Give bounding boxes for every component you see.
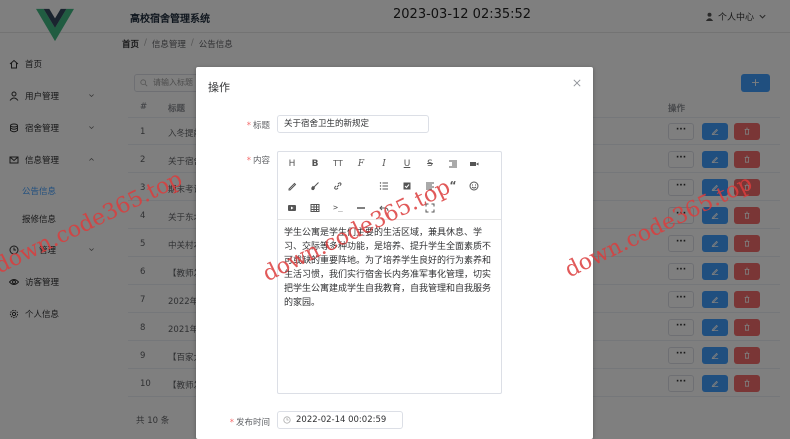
link-icon[interactable] — [331, 179, 345, 193]
font-size-icon[interactable]: TT — [331, 157, 345, 171]
rich-text-editor[interactable]: H B TT F I U S “ >_ 学生公寓是学生们主要的生活区域，兼具休息… — [277, 151, 502, 394]
heading-icon[interactable]: H — [285, 157, 299, 171]
video-icon[interactable] — [467, 157, 481, 171]
code-icon[interactable]: >_ — [331, 201, 345, 215]
brush-icon[interactable] — [308, 179, 322, 193]
play-video-icon[interactable] — [285, 201, 299, 215]
title-input[interactable]: 关于宿舍卫生的新规定 — [277, 115, 429, 133]
pen-icon[interactable] — [285, 179, 299, 193]
clock-icon — [283, 416, 291, 424]
indent-icon[interactable] — [446, 157, 460, 171]
content-label: * 内容 — [246, 156, 270, 166]
font-family-icon[interactable]: F — [354, 157, 368, 171]
strikethrough-icon[interactable]: S — [423, 157, 437, 171]
table-icon[interactable] — [308, 201, 322, 215]
image-icon[interactable] — [469, 179, 483, 193]
edit-dialog: 操作 *标题 关于宿舍卫生的新规定 *内容 H B TT F I U S “ — [196, 67, 593, 439]
publish-time-value: 2022-02-14 00:02:59 — [296, 415, 387, 425]
publish-time-input[interactable]: 2022-02-14 00:02:59 — [277, 411, 403, 429]
bold-icon[interactable]: B — [308, 157, 322, 171]
italic-icon[interactable]: I — [377, 157, 391, 171]
publish-time-label: * 发布时间 — [229, 418, 270, 428]
dialog-title: 操作 — [208, 81, 230, 94]
close-icon[interactable] — [573, 79, 581, 87]
underline-icon[interactable]: U — [400, 157, 414, 171]
list-icon[interactable] — [377, 179, 391, 193]
title-label: * 标题 — [246, 121, 270, 131]
